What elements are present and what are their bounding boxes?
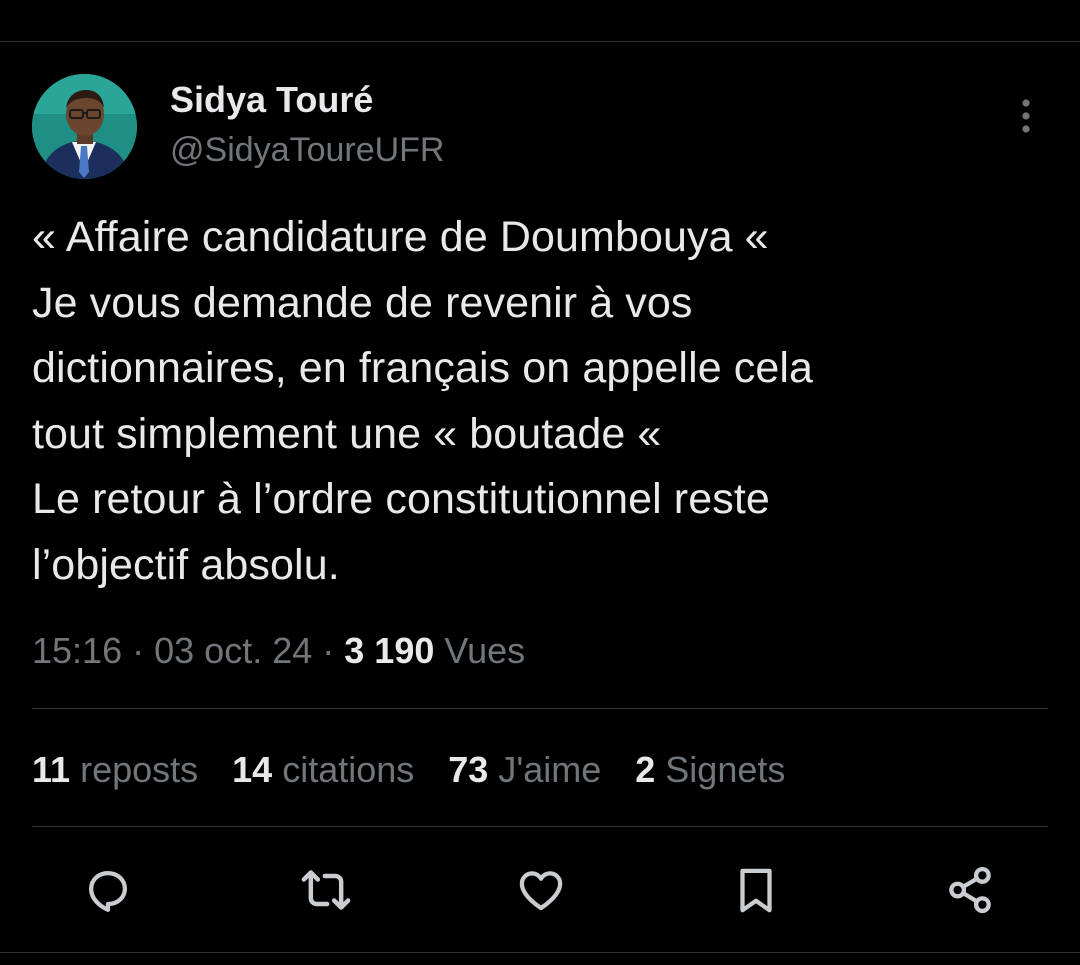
- stat-label: J'aime: [498, 749, 602, 790]
- reply-button[interactable]: [80, 862, 136, 918]
- stat-reposts[interactable]: 11 reposts: [32, 746, 198, 794]
- vertical-dots-icon: [1022, 99, 1030, 133]
- stat-count: 73: [448, 749, 489, 790]
- stat-likes[interactable]: 73 J'aime: [448, 746, 601, 794]
- views-label: Vues: [444, 630, 526, 671]
- like-button[interactable]: [513, 862, 569, 918]
- repost-button[interactable]: [298, 862, 354, 918]
- reply-icon: [88, 870, 128, 912]
- top-divider: [0, 41, 1080, 42]
- stat-bookmarks[interactable]: 2 Signets: [635, 746, 785, 794]
- author-handle[interactable]: @SidyaToureUFR: [170, 128, 445, 172]
- stat-count: 11: [32, 749, 71, 790]
- share-icon: [949, 866, 991, 914]
- engagement-stats: 11 reposts 14 citations 73 J'aime 2 Sign…: [32, 746, 819, 794]
- stat-citations[interactable]: 14 citations: [232, 746, 414, 794]
- tweet-text: « Affaire candidature de Doumbouya « Je …: [32, 213, 814, 589]
- share-button[interactable]: [942, 862, 998, 918]
- tweet-date[interactable]: 03 oct. 24: [154, 630, 312, 671]
- meta-separator: ·: [322, 630, 335, 671]
- bookmark-button[interactable]: [728, 862, 784, 918]
- divider: [32, 708, 1048, 709]
- heart-icon: [519, 871, 563, 911]
- tweet-meta: 15:16 · 03 oct. 24 · 3 190 Vues: [32, 628, 525, 674]
- stat-label: citations: [282, 749, 415, 790]
- repost-icon: [301, 870, 351, 910]
- stat-count: 2: [635, 749, 656, 790]
- bookmark-icon: [740, 868, 772, 913]
- stat-label: Signets: [665, 749, 786, 790]
- avatar[interactable]: [32, 74, 137, 179]
- more-options-button[interactable]: [1006, 94, 1046, 138]
- tweet-time[interactable]: 15:16: [32, 630, 122, 671]
- views-count: 3 190: [344, 630, 435, 671]
- divider: [32, 826, 1048, 827]
- meta-separator: ·: [132, 630, 145, 671]
- stat-label: reposts: [80, 749, 199, 790]
- author-display-name[interactable]: Sidya Touré: [170, 78, 373, 122]
- bottom-divider: [0, 952, 1080, 953]
- stat-count: 14: [232, 749, 273, 790]
